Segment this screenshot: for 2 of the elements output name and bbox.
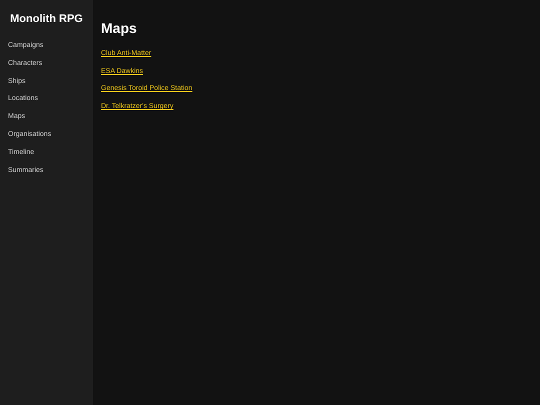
page-heading: Maps bbox=[101, 19, 137, 37]
site-title: Monolith RPG bbox=[9, 12, 84, 26]
